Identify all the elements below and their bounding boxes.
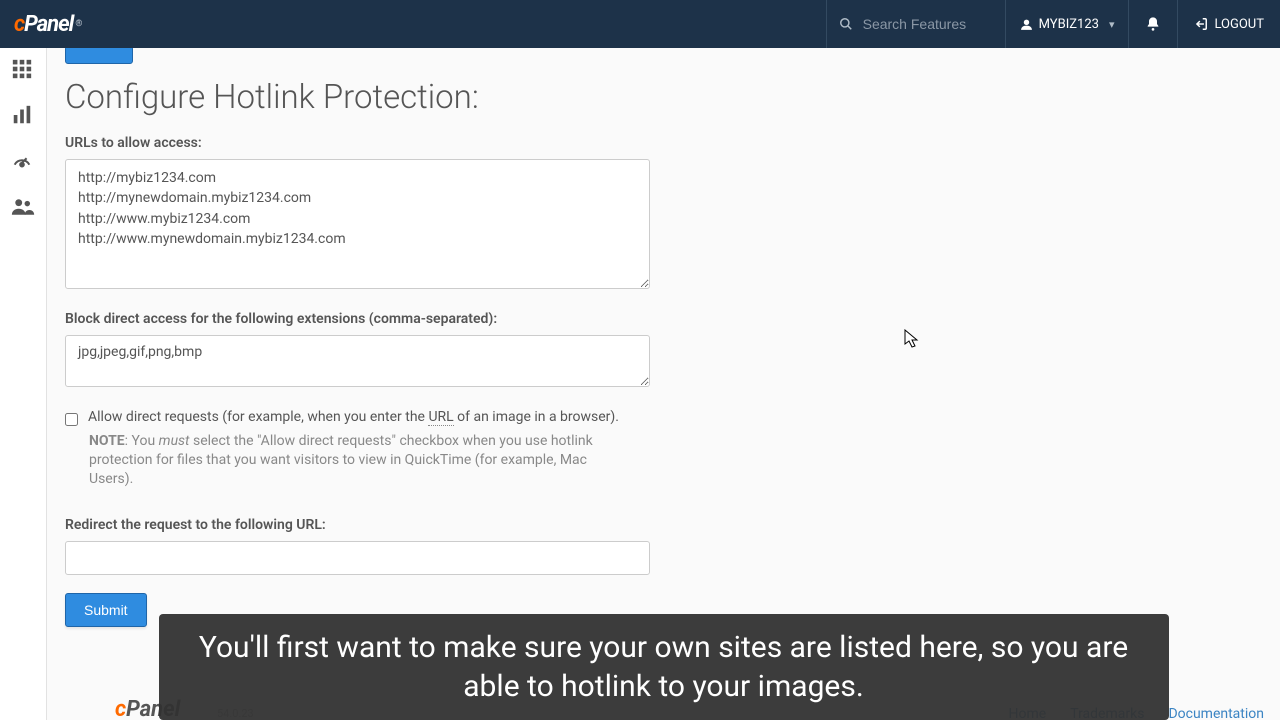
notifications-button[interactable] [1128, 0, 1177, 48]
allow-direct-checkbox[interactable] [65, 413, 78, 426]
search-icon[interactable] [839, 17, 853, 31]
top-bar: cPanel® MYBIZ123 ▾ LOGOUT [0, 0, 1280, 48]
bell-icon [1145, 16, 1161, 32]
logo-part-c: c [14, 12, 24, 37]
users-icon[interactable] [11, 196, 35, 220]
logo-part-panel: Panel [24, 12, 73, 37]
search-input[interactable] [863, 16, 993, 32]
username-label: MYBIZ123 [1039, 17, 1099, 32]
redirect-input[interactable] [65, 541, 650, 575]
grid-icon[interactable] [11, 58, 35, 82]
user-menu[interactable]: MYBIZ123 ▾ [1005, 0, 1129, 48]
gauge-icon[interactable] [11, 150, 35, 174]
chevron-down-icon: ▾ [1109, 18, 1115, 31]
user-icon [1020, 18, 1033, 31]
logout-button[interactable]: LOGOUT [1177, 0, 1280, 48]
footer-link-documentation[interactable]: Documentation [1168, 706, 1264, 720]
extensions-label: Block direct access for the following ex… [65, 311, 1262, 327]
caption-overlay: You'll first want to make sure your own … [159, 614, 1169, 720]
urls-label: URLs to allow access: [65, 135, 1262, 151]
side-nav [0, 48, 47, 720]
registered-mark: ® [75, 19, 81, 29]
logout-icon [1194, 17, 1208, 31]
search-wrap [826, 0, 1005, 48]
redirect-label: Redirect the request to the following UR… [65, 517, 1262, 533]
page-title: Configure Hotlink Protection: [65, 78, 1262, 117]
submit-button[interactable]: Submit [65, 593, 147, 627]
logout-label: LOGOUT [1214, 17, 1264, 32]
stats-icon[interactable] [11, 104, 35, 128]
allow-direct-label: Allow direct requests (for example, when… [88, 409, 619, 425]
url-term: URL [428, 409, 453, 426]
note-text: NOTE: You must select the "Allow direct … [89, 432, 629, 489]
enable-button-partial[interactable] [65, 48, 133, 64]
cpanel-logo[interactable]: cPanel® [0, 12, 95, 37]
content-area: Configure Hotlink Protection: URLs to al… [47, 48, 1280, 720]
extensions-textarea[interactable] [65, 335, 650, 387]
urls-textarea[interactable] [65, 159, 650, 289]
